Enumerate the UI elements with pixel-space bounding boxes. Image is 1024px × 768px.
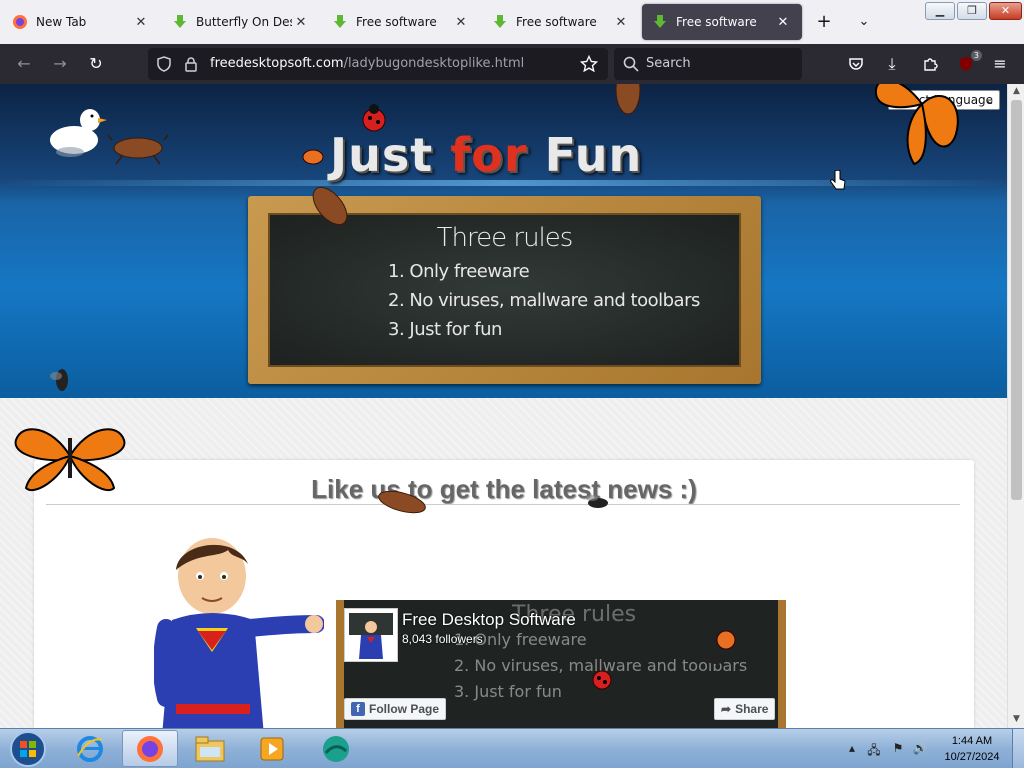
- fly-icon: [50, 369, 68, 391]
- hand-cursor-icon: [830, 170, 846, 190]
- download-icon: [334, 15, 346, 28]
- download-icon: [654, 15, 666, 28]
- navigation-toolbar: ← → ↻ freedesktopsoft.com/ladybugondeskt…: [0, 44, 1024, 84]
- search-bar[interactable]: Search: [614, 48, 802, 80]
- internet-explorer-icon[interactable]: [62, 730, 118, 767]
- list-tabs-chevron-icon[interactable]: ⌄: [852, 10, 876, 34]
- close-window-icon[interactable]: ✕: [989, 2, 1022, 20]
- tab-butterfly[interactable]: Butterfly On Deskto ✕: [162, 4, 320, 40]
- tab-title: Free software: [676, 15, 757, 29]
- search-placeholder: Search: [646, 56, 691, 71]
- app-globe-icon[interactable]: [308, 730, 364, 767]
- clock-date: 10/27/2024: [944, 751, 1000, 763]
- share-button[interactable]: ➦ Share: [714, 698, 776, 720]
- rule-2: 2. No viruses, mallware and toolbars: [388, 290, 700, 311]
- minimize-icon[interactable]: ▁: [925, 2, 955, 20]
- tab-new-tab[interactable]: New Tab ✕: [2, 4, 160, 40]
- goose-icon: [50, 109, 107, 157]
- tab-title: Butterfly On Deskto: [196, 15, 292, 29]
- file-explorer-icon[interactable]: [182, 730, 238, 767]
- cockroach-icon: [108, 133, 168, 165]
- facebook-page-name[interactable]: Free Desktop Software: [402, 610, 576, 630]
- url-text: freedesktopsoft.com/ladybugondesktoplike…: [210, 56, 524, 71]
- butterfly-icon: [14, 428, 126, 491]
- butterfly-icon: [874, 84, 959, 166]
- url-path: /ladybugondesktoplike.html: [343, 56, 525, 71]
- hamburger-menu-icon[interactable]: ≡: [988, 52, 1012, 76]
- close-tab-icon[interactable]: ✕: [132, 15, 150, 30]
- ublock-shield-icon[interactable]: 3: [954, 50, 982, 76]
- tab-title: New Tab: [36, 15, 87, 29]
- url-host: freedesktopsoft.com: [210, 56, 344, 71]
- network-icon[interactable]: 🖧: [866, 741, 882, 757]
- windows-taskbar: ▴ 🖧 ⚑ 🔊 1:44 AM 10/27/2024: [0, 728, 1024, 768]
- show-hidden-icons-icon[interactable]: ▴: [844, 741, 860, 757]
- facebook-icon: f: [351, 702, 365, 716]
- follow-page-button[interactable]: f Follow Page: [344, 698, 447, 720]
- search-icon: [623, 56, 639, 72]
- chalkboard-surface: Three rules 1. Only freeware 2. No virus…: [268, 213, 741, 367]
- lock-icon[interactable]: [184, 56, 198, 72]
- site-logo[interactable]: Just for Fun: [330, 128, 642, 182]
- action-center-flag-icon[interactable]: ⚑: [890, 741, 906, 757]
- clock-time: 1:44 AM: [951, 735, 993, 747]
- restore-icon[interactable]: ❐: [957, 2, 987, 20]
- tab-title: Free software: [356, 15, 437, 29]
- superhero-mascot-icon: [154, 538, 324, 728]
- extensions-puzzle-icon[interactable]: [918, 52, 942, 76]
- page-scrollbar[interactable]: ▲ ▼: [1007, 84, 1024, 728]
- web-page: Just for Fun Three rules 1. Only freewar…: [0, 84, 1007, 728]
- shield-icon[interactable]: [156, 56, 172, 72]
- fly-icon: [586, 495, 608, 508]
- cockroach-icon: [615, 84, 641, 115]
- download-icon: [174, 15, 186, 28]
- rule-1: 1. Only freeware: [388, 261, 530, 282]
- media-player-icon[interactable]: [244, 730, 300, 767]
- start-button[interactable]: [0, 730, 56, 767]
- scrollbar-thumb[interactable]: [1011, 100, 1022, 500]
- rule-3: 3. Just for fun: [388, 319, 502, 340]
- firefox-taskbar-icon[interactable]: [122, 730, 178, 767]
- facebook-page-thumbnail[interactable]: [344, 608, 398, 662]
- scroll-down-icon[interactable]: ▼: [1008, 712, 1024, 726]
- share-arrow-icon: ➦: [721, 702, 732, 716]
- windows-logo-icon: [10, 730, 46, 767]
- ladybug-icon: [592, 670, 612, 690]
- cockroach-icon: [378, 490, 426, 514]
- tab-free-software-active[interactable]: Free software ✕: [642, 4, 802, 40]
- forward-arrow-icon[interactable]: →: [48, 52, 72, 76]
- downloads-icon[interactable]: ⤓: [880, 52, 904, 76]
- firefox-icon: [13, 15, 27, 29]
- bookmark-star-icon[interactable]: [580, 55, 598, 73]
- system-clock[interactable]: 1:44 AM 10/27/2024: [936, 733, 1008, 765]
- divider: [46, 504, 960, 505]
- volume-icon[interactable]: 🔊: [912, 741, 928, 757]
- tab-title: Free software: [516, 15, 597, 29]
- cockroach-icon: [312, 186, 348, 226]
- ladybug-icon: [362, 104, 386, 132]
- scroll-up-icon[interactable]: ▲: [1008, 84, 1024, 98]
- show-desktop-button[interactable]: [1012, 729, 1024, 768]
- close-tab-icon[interactable]: ✕: [774, 15, 792, 30]
- close-tab-icon[interactable]: ✕: [612, 15, 630, 30]
- pocket-icon[interactable]: [844, 52, 868, 76]
- download-icon: [494, 15, 506, 28]
- close-tab-icon[interactable]: ✕: [452, 15, 470, 30]
- back-arrow-icon[interactable]: ←: [12, 52, 36, 76]
- facebook-followers: 8,043 followers: [402, 632, 483, 646]
- content-card: Like us to get the latest news :) Three …: [34, 460, 974, 728]
- address-bar[interactable]: freedesktopsoft.com/ladybugondesktoplike…: [148, 48, 608, 80]
- close-tab-icon[interactable]: ✕: [292, 15, 310, 30]
- tab-free-software-1[interactable]: Free software ✕: [322, 4, 480, 40]
- reload-icon[interactable]: ↻: [84, 52, 108, 76]
- new-tab-plus-icon[interactable]: +: [812, 10, 836, 34]
- like-heading: Like us to get the latest news :): [311, 474, 697, 504]
- ladybug-icon: [302, 149, 324, 165]
- extension-badge: 3: [970, 50, 982, 61]
- tab-free-software-2[interactable]: Free software ✕: [482, 4, 640, 40]
- tab-strip: New Tab ✕ Butterfly On Deskto ✕ Free sof…: [0, 0, 1024, 44]
- fly-icon: [706, 654, 726, 664]
